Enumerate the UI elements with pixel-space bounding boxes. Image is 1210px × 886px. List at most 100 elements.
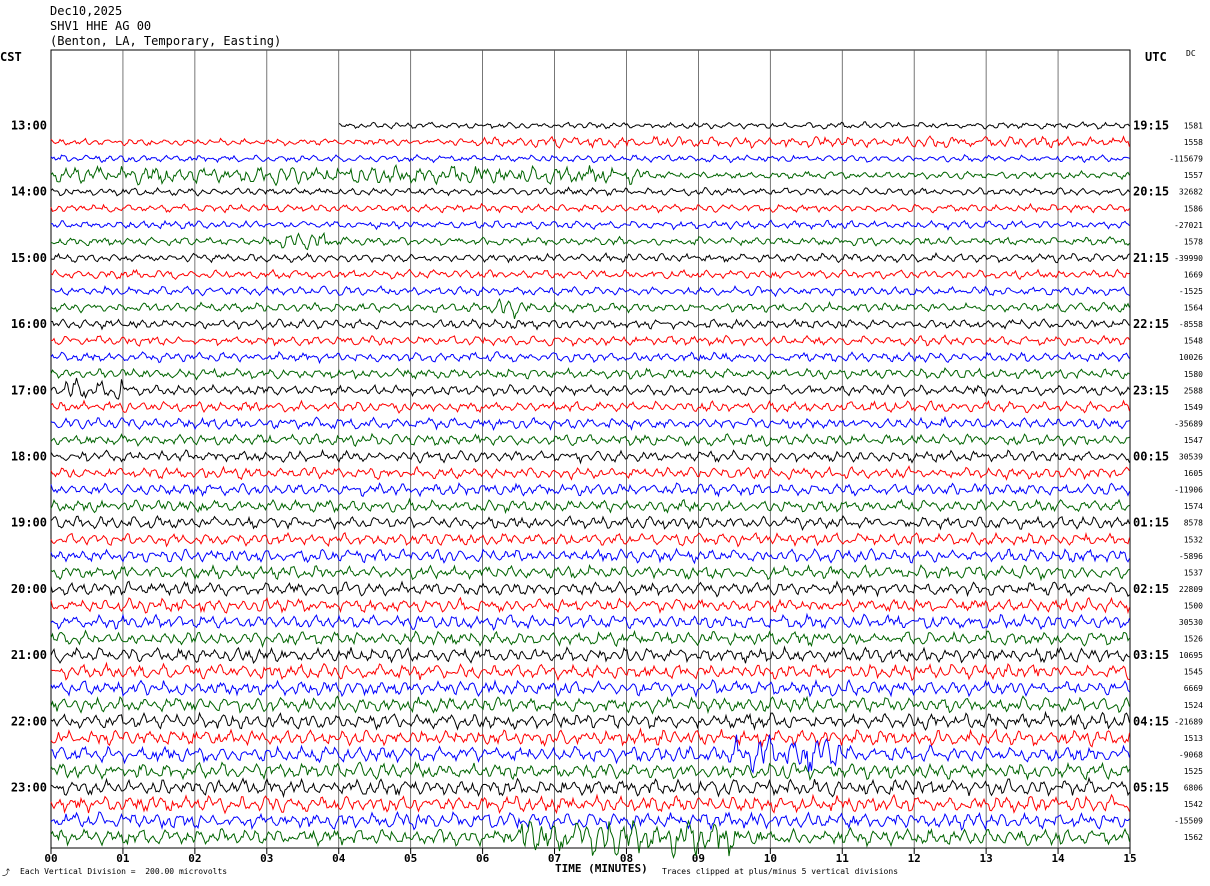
dc-offset-label: 1547 — [1184, 436, 1203, 445]
x-tick-label: 04 — [332, 852, 346, 865]
trace-line — [50, 350, 1130, 365]
trace-line — [50, 377, 1130, 400]
trace-line — [50, 776, 1130, 799]
right-hour-label: 03:15 — [1133, 648, 1169, 662]
right-hour-label: 00:15 — [1133, 450, 1169, 464]
dc-offset-label: 6806 — [1184, 784, 1203, 793]
x-tick-label: 11 — [836, 852, 850, 865]
dc-offset-label: -35689 — [1174, 419, 1203, 428]
dc-offset-label: 30530 — [1179, 618, 1203, 627]
x-tick-label: 09 — [692, 852, 705, 865]
dc-offset-label: -5896 — [1179, 552, 1203, 561]
left-hour-label: 20:00 — [11, 582, 47, 596]
dc-offset-label: -15509 — [1174, 817, 1203, 826]
dc-offset-label: 1564 — [1184, 304, 1203, 313]
dc-offset-label: -11906 — [1174, 486, 1203, 495]
x-tick-label: 15 — [1123, 852, 1136, 865]
trace-line — [50, 231, 1130, 251]
dc-offset-label: 1524 — [1184, 701, 1203, 710]
left-hour-label: 19:00 — [11, 516, 47, 530]
dc-offset-label: 1526 — [1184, 635, 1203, 644]
trace-line — [50, 219, 1130, 231]
trace-line — [50, 367, 1130, 381]
dc-offset-label: 1532 — [1184, 535, 1203, 544]
x-tick-label: 00 — [44, 852, 57, 865]
dc-offset-label: 32682 — [1179, 188, 1203, 197]
trace-line — [50, 465, 1130, 481]
dc-offset-label: 1558 — [1184, 138, 1203, 147]
trace-line — [50, 432, 1130, 447]
trace-line — [50, 515, 1130, 532]
right-hour-label: 23:15 — [1133, 383, 1169, 397]
right-hour-label: 04:15 — [1133, 714, 1169, 728]
dc-offset-label: 1545 — [1184, 668, 1203, 677]
dc-offset-label: -8558 — [1179, 320, 1203, 329]
dc-offset-label: 1581 — [1184, 122, 1203, 131]
left-hour-label: 21:00 — [11, 648, 47, 662]
right-hour-label: 01:15 — [1133, 516, 1169, 530]
trace-line — [50, 399, 1130, 414]
x-tick-label: 12 — [908, 852, 921, 865]
trace-line — [50, 202, 1130, 214]
right-hour-label: 22:15 — [1133, 317, 1169, 331]
x-tick-label: 02 — [188, 852, 201, 865]
dc-offset-label: -115679 — [1169, 155, 1203, 164]
trace-line — [50, 268, 1130, 281]
dc-offset-label: 1500 — [1184, 601, 1203, 610]
dc-offset-label: 1578 — [1184, 237, 1203, 246]
trace-line — [50, 318, 1130, 331]
trace-line — [50, 135, 1130, 149]
left-hour-label: 17:00 — [11, 383, 47, 397]
left-hour-label: 22:00 — [11, 714, 47, 728]
trace-line — [50, 596, 1130, 615]
dc-offset-label: 30539 — [1179, 453, 1203, 462]
division-note: Each Vertical Division = 200.00 microvol… — [20, 867, 228, 876]
x-tick-label: 10 — [764, 852, 777, 865]
trace-line — [50, 612, 1130, 631]
dc-offset-label: 1548 — [1184, 337, 1203, 346]
x-axis-label: TIME (MINUTES) — [555, 862, 648, 875]
trace-line — [50, 547, 1130, 565]
trace-line — [50, 580, 1130, 598]
trace-line — [50, 727, 1130, 748]
trace-line — [50, 482, 1130, 498]
dc-offset-label: 22809 — [1179, 585, 1203, 594]
trace-line — [50, 734, 1130, 774]
trace-line — [50, 819, 1130, 859]
x-tick-label: 05 — [404, 852, 417, 865]
trace-line — [50, 297, 1130, 320]
trace-line — [50, 334, 1130, 348]
x-tick-label: 14 — [1051, 852, 1065, 865]
x-tick-label: 01 — [116, 852, 130, 865]
right-hour-label: 05:15 — [1133, 781, 1169, 795]
trace-line — [50, 629, 1130, 649]
dc-offset-label: -9068 — [1179, 750, 1203, 759]
left-hour-label: 18:00 — [11, 450, 47, 464]
corner-mark: ⤴ — [2, 868, 10, 877]
trace-line — [50, 285, 1130, 298]
left-hour-label: 23:00 — [11, 781, 47, 795]
left-hour-label: 16:00 — [11, 317, 47, 331]
helicorder-plot: 00 01 02 03 04 05 06 07 08 09 10 11 12 13 14 1515811558… — [11, 49, 1203, 865]
dc-offset-label: 1549 — [1184, 403, 1203, 412]
dc-offset-label: 1574 — [1184, 502, 1203, 511]
x-tick-label: 06 — [476, 852, 490, 865]
dc-offset-label: 1562 — [1184, 833, 1203, 842]
trace-line — [50, 448, 1130, 465]
dc-offset-label: -27021 — [1174, 221, 1203, 230]
left-hour-label: 13:00 — [11, 119, 47, 133]
trace-line — [50, 186, 1130, 197]
dc-offset-label: 1557 — [1184, 171, 1203, 180]
right-hour-label: 20:15 — [1133, 185, 1169, 199]
dc-offset-label: 10026 — [1179, 353, 1203, 362]
trace-line — [50, 810, 1130, 831]
dc-offset-label: -39990 — [1174, 254, 1203, 263]
left-hour-label: 14:00 — [11, 185, 47, 199]
right-hour-label: 02:15 — [1133, 582, 1169, 596]
trace-line — [50, 153, 1130, 164]
trace-line — [50, 679, 1130, 698]
x-tick-label: 03 — [260, 852, 273, 865]
left-hour-label: 15:00 — [11, 251, 47, 265]
trace-line — [338, 121, 1130, 130]
right-hour-label: 21:15 — [1133, 251, 1169, 265]
